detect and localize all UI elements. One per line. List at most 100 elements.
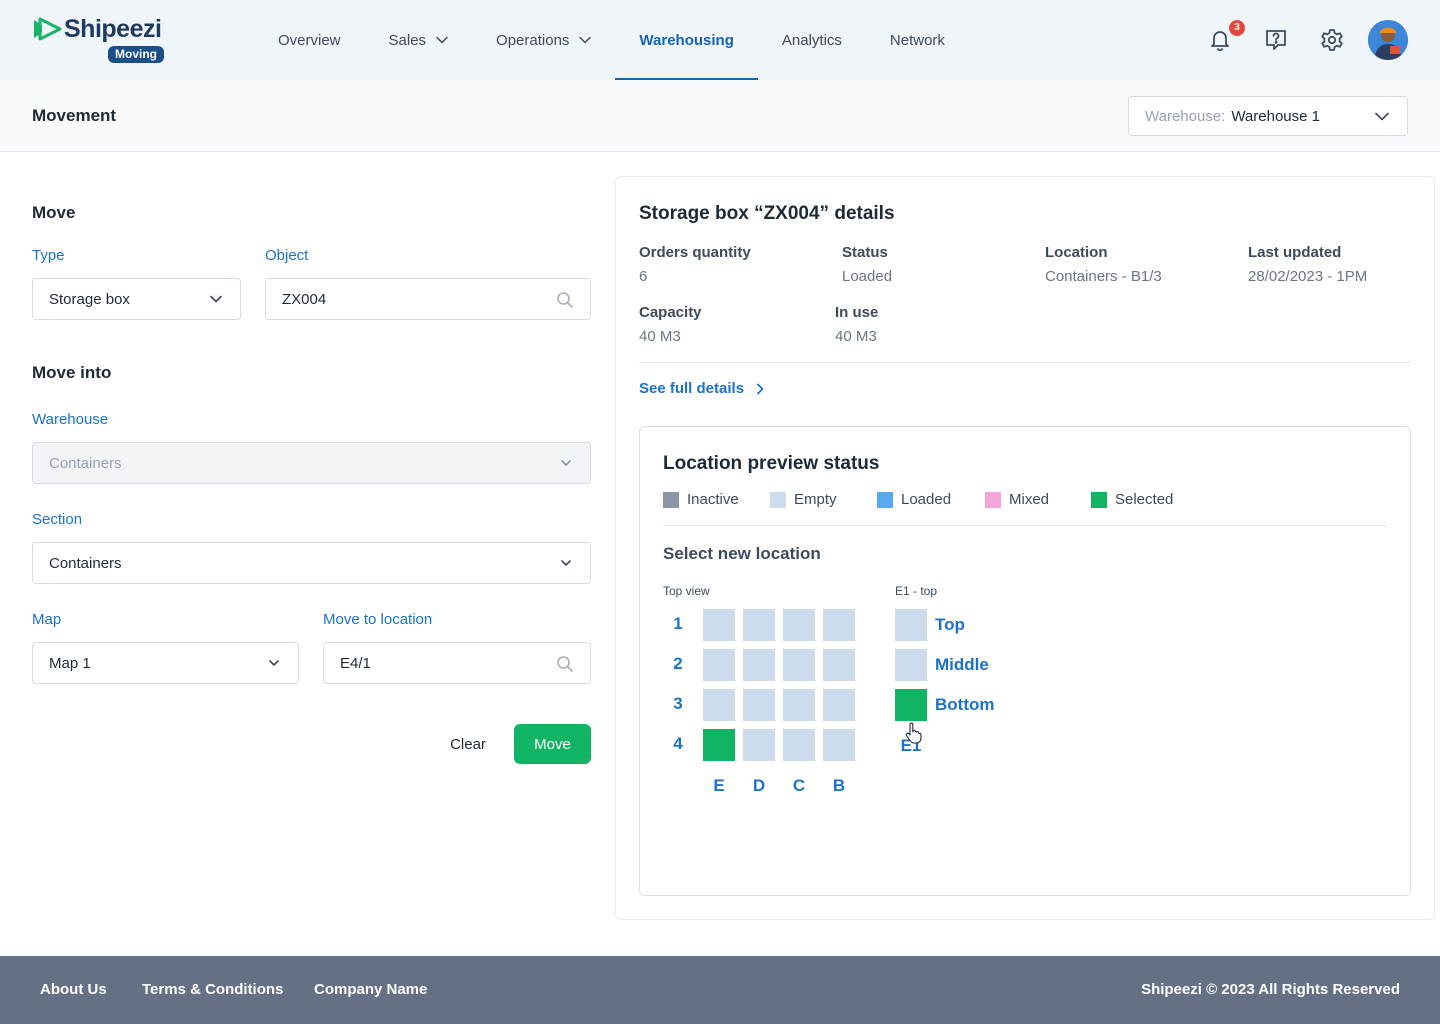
- object-label: Object: [265, 247, 309, 264]
- column-label: D: [752, 776, 766, 795]
- chevron-right-icon: [757, 383, 764, 394]
- section-label: Section: [32, 511, 83, 528]
- map-select[interactable]: Map 1: [32, 642, 299, 684]
- location-cell-c2[interactable]: [783, 649, 815, 681]
- location-cell-c1[interactable]: [783, 609, 815, 641]
- warehouse-label: Warehouse: [32, 411, 109, 428]
- location-cell-c3[interactable]: [783, 689, 815, 721]
- location-cell-e2[interactable]: [703, 649, 735, 681]
- legend-swatch: [663, 491, 679, 508]
- orders-quantity-label: Orders quantity: [639, 244, 751, 261]
- location-cell-b3[interactable]: [823, 689, 855, 721]
- legend-item-selected: Selected: [1091, 491, 1173, 508]
- chevron-down-icon: [1375, 112, 1389, 121]
- user-avatar[interactable]: [1368, 20, 1408, 60]
- chevron-down-icon: [269, 660, 279, 666]
- chevron-down-icon: [436, 36, 448, 44]
- location-cell-d4[interactable]: [743, 729, 775, 761]
- nav-item-label: Operations: [496, 31, 570, 49]
- location-value: Containers - B1/3: [1045, 268, 1162, 285]
- map-label: Map: [32, 611, 62, 628]
- legend-swatch: [1091, 491, 1107, 508]
- warehouse-select-value: Warehouse 1: [1231, 107, 1320, 125]
- legend-label: Empty: [794, 491, 837, 508]
- nav-item-label: Warehousing: [639, 31, 734, 49]
- nav-item-label: Network: [889, 31, 945, 49]
- level-cell-middle[interactable]: [895, 649, 927, 681]
- legend-swatch: [770, 491, 786, 508]
- location-input-value: E4/1: [340, 654, 371, 672]
- location-cell-e4[interactable]: [703, 729, 735, 761]
- level-label-middle[interactable]: Middle: [935, 655, 989, 675]
- footer-about-link[interactable]: About Us: [40, 981, 107, 998]
- nav-item-label: Overview: [278, 31, 341, 49]
- level-cell-bottom[interactable]: [895, 689, 927, 721]
- nav-item-warehousing[interactable]: Warehousing: [615, 0, 759, 80]
- status-value: Loaded: [842, 268, 893, 285]
- level-label-top[interactable]: Top: [935, 615, 965, 635]
- in-use-label: In use: [835, 304, 879, 321]
- object-input-value: ZX004: [282, 290, 327, 308]
- notification-count-badge: 3: [1229, 20, 1245, 36]
- nav-item-analytics[interactable]: Analytics: [758, 0, 866, 80]
- move-to-location-label: Move to location: [323, 611, 433, 628]
- column-label: B: [832, 776, 846, 795]
- row-label: 1: [673, 614, 683, 633]
- location-cell-b4[interactable]: [823, 729, 855, 761]
- brand-name: Shipeezi: [64, 15, 162, 43]
- type-label: Type: [32, 247, 65, 264]
- legend-item-inactive: Inactive: [663, 491, 739, 508]
- location-cell-b1[interactable]: [823, 609, 855, 641]
- nav-item-overview[interactable]: Overview: [254, 0, 365, 80]
- footer-copyright: Shipeezi © 2023 All Rights Reserved: [1141, 981, 1400, 998]
- level-cell-top[interactable]: [895, 609, 927, 641]
- move-to-location-input[interactable]: E4/1: [323, 642, 591, 684]
- move-button[interactable]: Move: [514, 724, 591, 764]
- capacity-label: Capacity: [639, 304, 702, 321]
- location-cell-d1[interactable]: [743, 609, 775, 641]
- legend-swatch: [877, 491, 893, 508]
- legend-item-mixed: Mixed: [985, 491, 1049, 508]
- main-nav: Overview Sales Operations Warehousing Analyt…: [254, 0, 969, 80]
- type-select[interactable]: Storage box: [32, 278, 241, 320]
- location-cell-e1[interactable]: [703, 609, 735, 641]
- chevron-down-icon: [579, 36, 592, 44]
- nav-item-network[interactable]: Network: [866, 0, 969, 80]
- level-label-bottom[interactable]: Bottom: [935, 695, 994, 715]
- footer-terms-link[interactable]: Terms & Conditions: [142, 981, 283, 998]
- location-cell-b2[interactable]: [823, 649, 855, 681]
- nav-item-operations[interactable]: Operations: [472, 0, 615, 80]
- clear-button[interactable]: Clear: [434, 724, 502, 764]
- footer-company-link[interactable]: Company Name: [314, 981, 427, 998]
- warehouse-field-select[interactable]: Containers: [32, 442, 591, 484]
- level-view-label: E1 - top: [895, 584, 938, 598]
- legend-label: Selected: [1115, 491, 1174, 508]
- logo-play-icon: [34, 17, 62, 41]
- location-cell-e3[interactable]: [703, 689, 735, 721]
- location-cell-d2[interactable]: [743, 649, 775, 681]
- hand-cursor-icon: [905, 722, 922, 744]
- legend-label: Inactive: [687, 491, 739, 508]
- nav-item-label: Analytics: [781, 31, 842, 49]
- location-preview-title: Location preview status: [663, 453, 880, 474]
- divider: [663, 525, 1387, 526]
- help-chat-icon[interactable]: [1263, 27, 1289, 53]
- location-cell-d3[interactable]: [743, 689, 775, 721]
- column-label: C: [792, 776, 806, 795]
- row-label: 4: [673, 734, 683, 753]
- column-label: E: [713, 776, 725, 795]
- section-select[interactable]: Containers: [32, 542, 591, 584]
- object-search-input[interactable]: ZX004: [265, 278, 591, 320]
- row-label: 2: [673, 654, 683, 673]
- warehouse-select[interactable]: Warehouse: Warehouse 1: [1128, 96, 1408, 136]
- see-full-details-link[interactable]: See full details: [639, 380, 764, 397]
- legend-label: Loaded: [901, 491, 952, 508]
- last-updated-label: Last updated: [1248, 244, 1342, 261]
- chevron-down-icon: [561, 460, 571, 466]
- brand-logo[interactable]: Shipeezi Moving: [32, 14, 172, 66]
- nav-item-sales[interactable]: Sales: [365, 0, 473, 80]
- brand-badge: Moving: [108, 46, 164, 63]
- status-label: Status: [842, 244, 888, 261]
- location-cell-c4[interactable]: [783, 729, 815, 761]
- gear-icon[interactable]: [1319, 27, 1345, 53]
